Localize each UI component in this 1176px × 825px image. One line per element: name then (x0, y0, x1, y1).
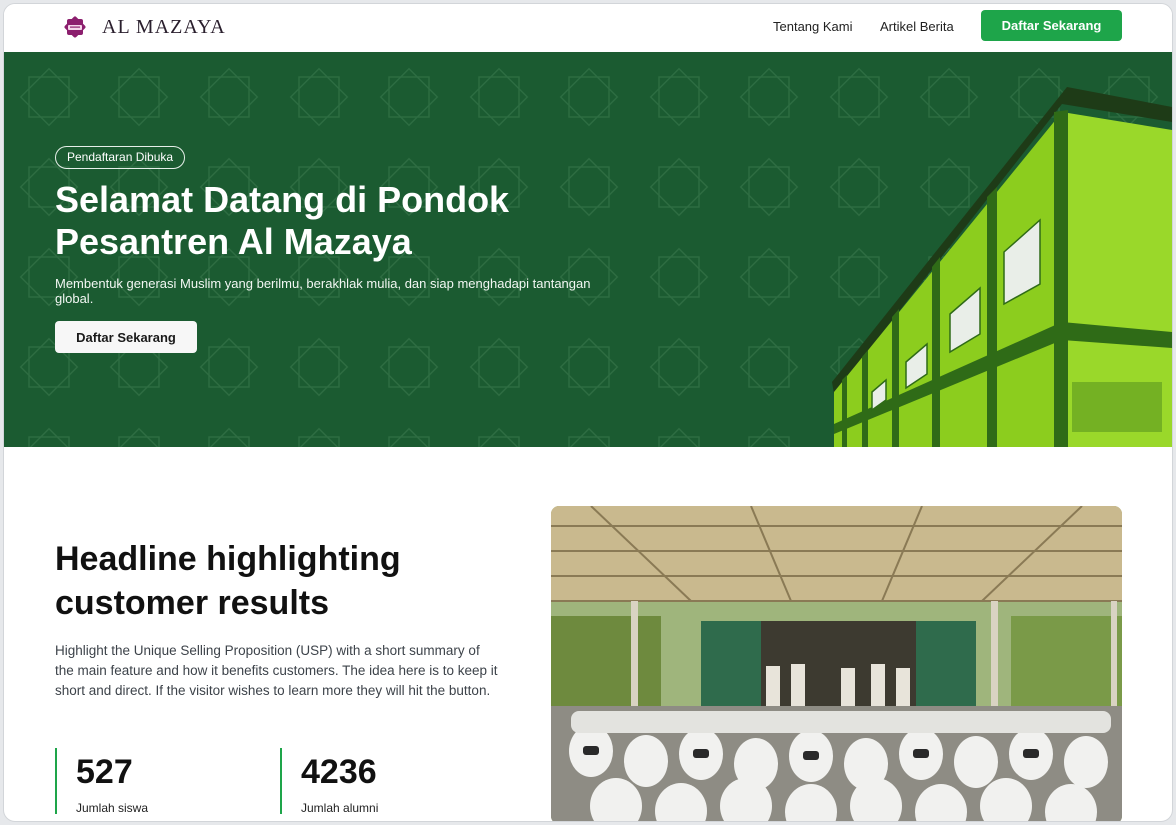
registration-open-badge: Pendaftaran Dibuka (55, 146, 186, 169)
stat-value: 527 (76, 753, 133, 791)
stat-alumni: 4236 Jumlah alumni (280, 748, 490, 815)
stat-value: 4236 (301, 753, 377, 791)
feature-headline: Headline highlighting customer results (55, 540, 401, 622)
school-building-image (832, 87, 1172, 447)
hero-section: Pendaftaran Dibuka Selamat Datang di Pon… (4, 52, 1172, 447)
students-gathering-photo (551, 506, 1122, 821)
hero-title: Selamat Datang di Pondok Pesantren Al Ma… (55, 179, 510, 262)
page-frame: AL MAZAYA Tentang Kami Artikel Berita Da… (3, 3, 1173, 822)
hero-register-button[interactable]: Daftar Sekarang (55, 321, 197, 353)
nav-link-tentang-kami[interactable]: Tentang Kami (773, 19, 853, 34)
brand-logo[interactable]: AL MAZAYA (62, 14, 226, 40)
brand-name: AL MAZAYA (102, 15, 226, 38)
feature-description: Highlight the Unique Selling Proposition… (55, 643, 498, 698)
stat-students: 527 Jumlah siswa (55, 748, 265, 815)
nav-link-artikel-berita[interactable]: Artikel Berita (880, 19, 954, 34)
top-navbar: AL MAZAYA Tentang Kami Artikel Berita Da… (4, 4, 1172, 52)
stat-label: Jumlah siswa (76, 801, 149, 815)
al-mazaya-logo-icon (64, 16, 86, 38)
hero-subtitle: Membentuk generasi Muslim yang berilmu, … (55, 276, 591, 306)
stat-label: Jumlah alumni (301, 801, 379, 815)
nav-register-button[interactable]: Daftar Sekarang (981, 10, 1122, 41)
